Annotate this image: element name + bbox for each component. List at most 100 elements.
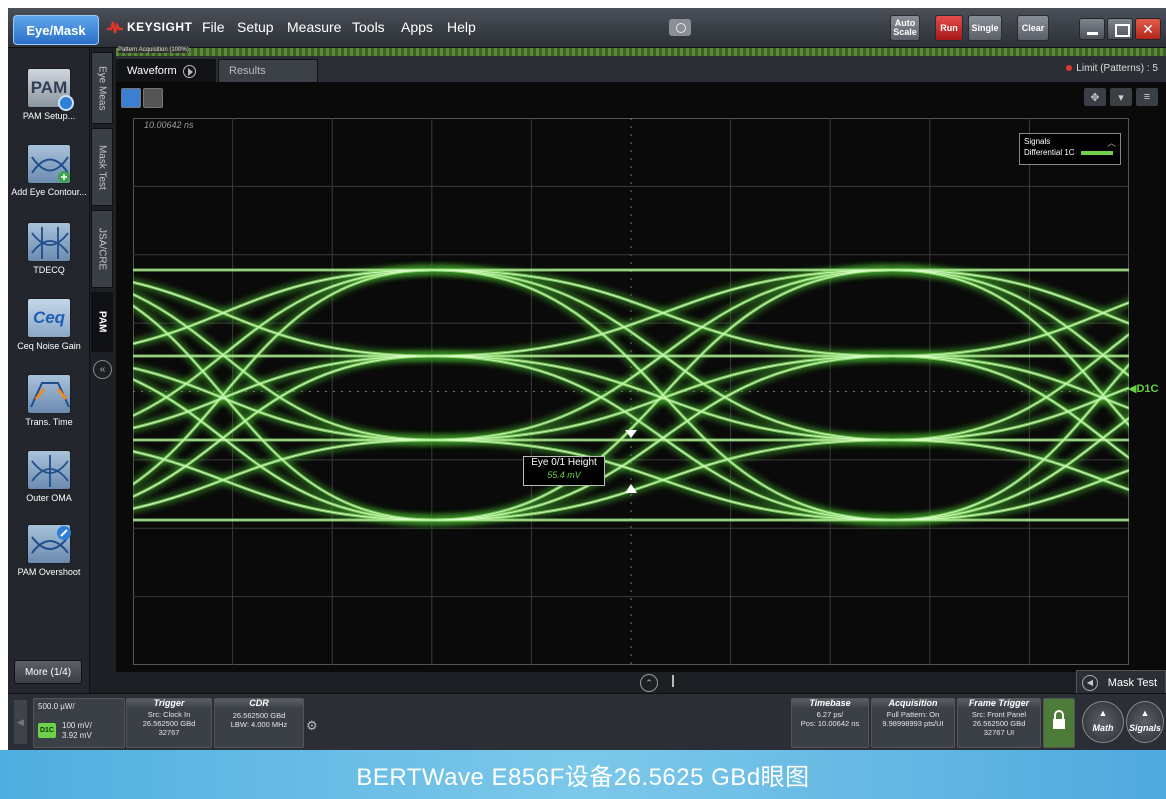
layout-switcher [121,88,163,108]
mask-test-panel-tab[interactable]: Mask Test [1076,670,1166,695]
single-button[interactable]: Single [968,15,1002,41]
channel-badge: D1C [38,723,56,738]
ceq-icon: Ceq [27,298,71,338]
eye-diagram-graticule [133,118,1129,665]
channel-settings-box[interactable]: 500.0 µW/ D1C 100 mV/ 3.92 mV [33,698,125,748]
tool-label: Add Eye Contour... [11,187,87,197]
measurement-value: 55.4 mV [547,470,581,480]
frame-trigger-title: Frame Trigger [958,699,1040,708]
eye-mask-mode-button[interactable]: Eye/Mask [13,15,99,45]
keysight-wave-icon [107,21,123,34]
collapse-panel-icon[interactable]: « [93,360,112,379]
scope-application-window: Eye/Mask KEYSIGHT File Setup Measure Too… [8,8,1166,750]
trigger-rate: 26.562500 GBd [142,719,196,728]
progress-text: Pattern Acquisition (100%) [118,47,189,53]
pan-zoom-icon[interactable]: ✥ [1084,88,1106,106]
frame-trigger-rate: 26.562500 GBd [972,719,1026,728]
tab-eye-meas[interactable]: Eye Meas [91,52,113,124]
legend-entry: Differential 1C [1024,148,1116,157]
lock-status-box[interactable] [1043,698,1075,748]
vertical-offset: 3.92 mV [62,731,92,740]
eye-height-measurement: Eye 0/1 Height 55.4 mV [523,456,605,486]
acquisition-rate: 9.98998993 pts/UI [882,719,944,728]
more-tools-button[interactable]: More (1/4) [14,660,82,684]
tab-results[interactable]: Results [218,59,318,82]
trigger-settings-box[interactable]: Trigger Src: Clock In 26.562500 GBd 3276… [126,698,212,748]
measurement-label: Eye 0/1 Height [531,457,597,468]
menu-icon[interactable]: ≡ [1136,88,1158,106]
outer-oma-tool[interactable]: Outer OMA [8,450,90,503]
timebase-scale: 6.27 ps/ [816,710,844,719]
timebase-position: Pos: 10.00642 ns [800,719,860,728]
math-button[interactable]: Math [1082,701,1124,743]
measurement-palette: PAM PAM Setup... Add Eye Contour... TDEC… [8,48,90,693]
expand-up-icon[interactable]: ⌃ [640,674,658,692]
acquisition-mode: Full Pattern: On [886,710,940,719]
pin-icon[interactable] [672,675,678,687]
menu-file[interactable]: File [202,19,225,35]
cdr-rate: 26.562500 GBd [232,711,286,720]
restore-icon[interactable] [1107,18,1133,40]
tab-label: Waveform [127,65,177,77]
tab-pam[interactable]: PAM [91,292,113,352]
pam-overshoot-tool[interactable]: PAM Overshoot [8,524,90,577]
timebase-settings-box[interactable]: Timebase 6.27 ps/ Pos: 10.00642 ns [791,698,869,748]
close-icon[interactable]: ✕ [1135,18,1161,40]
tab-label: PAM [96,311,108,333]
tool-label: Outer OMA [26,493,72,503]
menu-setup[interactable]: Setup [237,19,274,35]
tab-label: Mask Test [96,144,108,190]
acquisition-settings-box[interactable]: Acquisition Full Pattern: On 9.98998993 … [871,698,955,748]
ceq-noise-gain-tool[interactable]: Ceq Ceq Noise Gain [8,298,90,351]
scroll-navigation: ⌃ [116,672,1166,693]
tab-waveform[interactable]: Waveform [116,59,216,82]
menu-apps[interactable]: Apps [401,19,433,35]
single-grid-layout-icon[interactable] [121,88,141,108]
gear-icon[interactable]: ⚙ [306,718,322,734]
tdecq-icon [27,222,71,262]
menu-help[interactable]: Help [447,19,476,35]
signals-button[interactable]: Signals [1126,701,1164,743]
channel-scale: 100 mV/ 3.92 mV [62,721,92,741]
scroll-left-icon[interactable]: ◀ [14,700,27,744]
tab-mask-test[interactable]: Mask Test [91,128,113,206]
auto-scale-button[interactable]: Auto Scale [890,15,920,41]
minimize-icon[interactable] [1079,18,1105,40]
tdecq-tool[interactable]: TDECQ [8,222,90,275]
clear-button[interactable]: Clear [1017,15,1049,41]
transition-time-tool[interactable]: Trans. Time [8,374,90,427]
menu-tools[interactable]: Tools [352,19,385,35]
chevron-up-icon[interactable]: ︿ [1107,136,1116,149]
frame-trigger-settings-box[interactable]: Frame Trigger Src: Front Panel 26.562500… [957,698,1041,748]
tool-label: TDECQ [33,265,65,275]
add-eye-contour-icon [27,144,71,184]
limit-status: Limit (Patterns) : 5 [1066,63,1158,74]
vertical-scale: 100 mV/ [62,721,92,730]
dropdown-arrow-icon[interactable]: ▾ [1110,88,1132,106]
tab-jsa-cre[interactable]: JSA/CRE [91,210,113,288]
trigger-source: Src: Clock In [147,710,191,719]
cdr-title: CDR [215,699,303,708]
add-eye-contour-tool[interactable]: Add Eye Contour... [8,144,90,197]
tab-label: Eye Meas [96,65,108,111]
channel-level-marker[interactable]: ◀D1C [1128,382,1158,395]
split-grid-layout-icon[interactable] [143,88,163,108]
signals-legend[interactable]: Signals ︿ Differential 1C [1019,133,1121,165]
ceq-icon-text: Ceq [32,308,66,327]
tab-label: JSA/CRE [96,227,108,271]
tool-label: PAM Setup... [22,111,76,121]
menu-measure[interactable]: Measure [287,19,341,35]
eye-trace-core [432,355,894,441]
run-button[interactable]: Run [935,15,963,41]
screenshot-camera-icon[interactable] [669,19,691,36]
frame-trigger-length: 32767 UI [983,728,1015,737]
cdr-settings-box[interactable]: CDR 26.562500 GBd LBW: 4.000 MHz [214,698,304,748]
status-bar: ◀ 500.0 µW/ D1C 100 mV/ 3.92 mV Trigger … [8,693,1166,750]
play-icon[interactable] [182,64,196,78]
time-position-label: 10.00642 ns [144,120,194,130]
tool-label: Ceq Noise Gain [17,341,81,351]
menu-bar: Eye/Mask KEYSIGHT File Setup Measure Too… [8,8,1166,48]
pam-icon: PAM [27,68,74,111]
eye-traces [133,265,1129,525]
pam-setup-tool[interactable]: PAM PAM Setup... [8,68,90,121]
